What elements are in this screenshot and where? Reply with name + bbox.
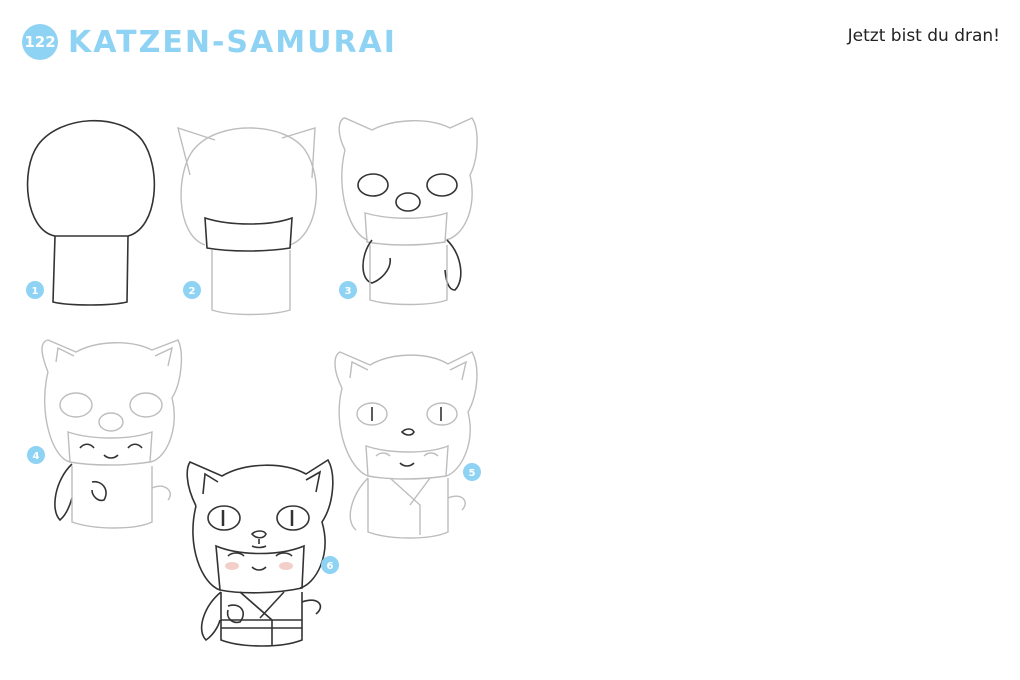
step-1-drawing xyxy=(26,119,156,306)
step-number-2: 2 xyxy=(183,281,201,299)
svg-text:1: 1 xyxy=(32,286,39,297)
drawing-steps: 1 2 3 4 5 6 xyxy=(26,117,481,647)
svg-text:5: 5 xyxy=(469,468,476,479)
svg-text:4: 4 xyxy=(33,451,40,462)
svg-text:6: 6 xyxy=(327,561,334,572)
step-6-drawing xyxy=(186,458,334,647)
step-number-6: 6 xyxy=(321,556,339,574)
step-4-drawing xyxy=(41,339,183,529)
svg-text:3: 3 xyxy=(345,286,352,297)
step-number-1: 1 xyxy=(26,281,44,299)
step-5-drawing xyxy=(334,351,478,539)
svg-text:2: 2 xyxy=(189,286,196,297)
step-3-drawing xyxy=(338,117,478,306)
step-number-5: 5 xyxy=(463,463,481,481)
step-number-3: 3 xyxy=(339,281,357,299)
step-number-4: 4 xyxy=(27,446,45,464)
